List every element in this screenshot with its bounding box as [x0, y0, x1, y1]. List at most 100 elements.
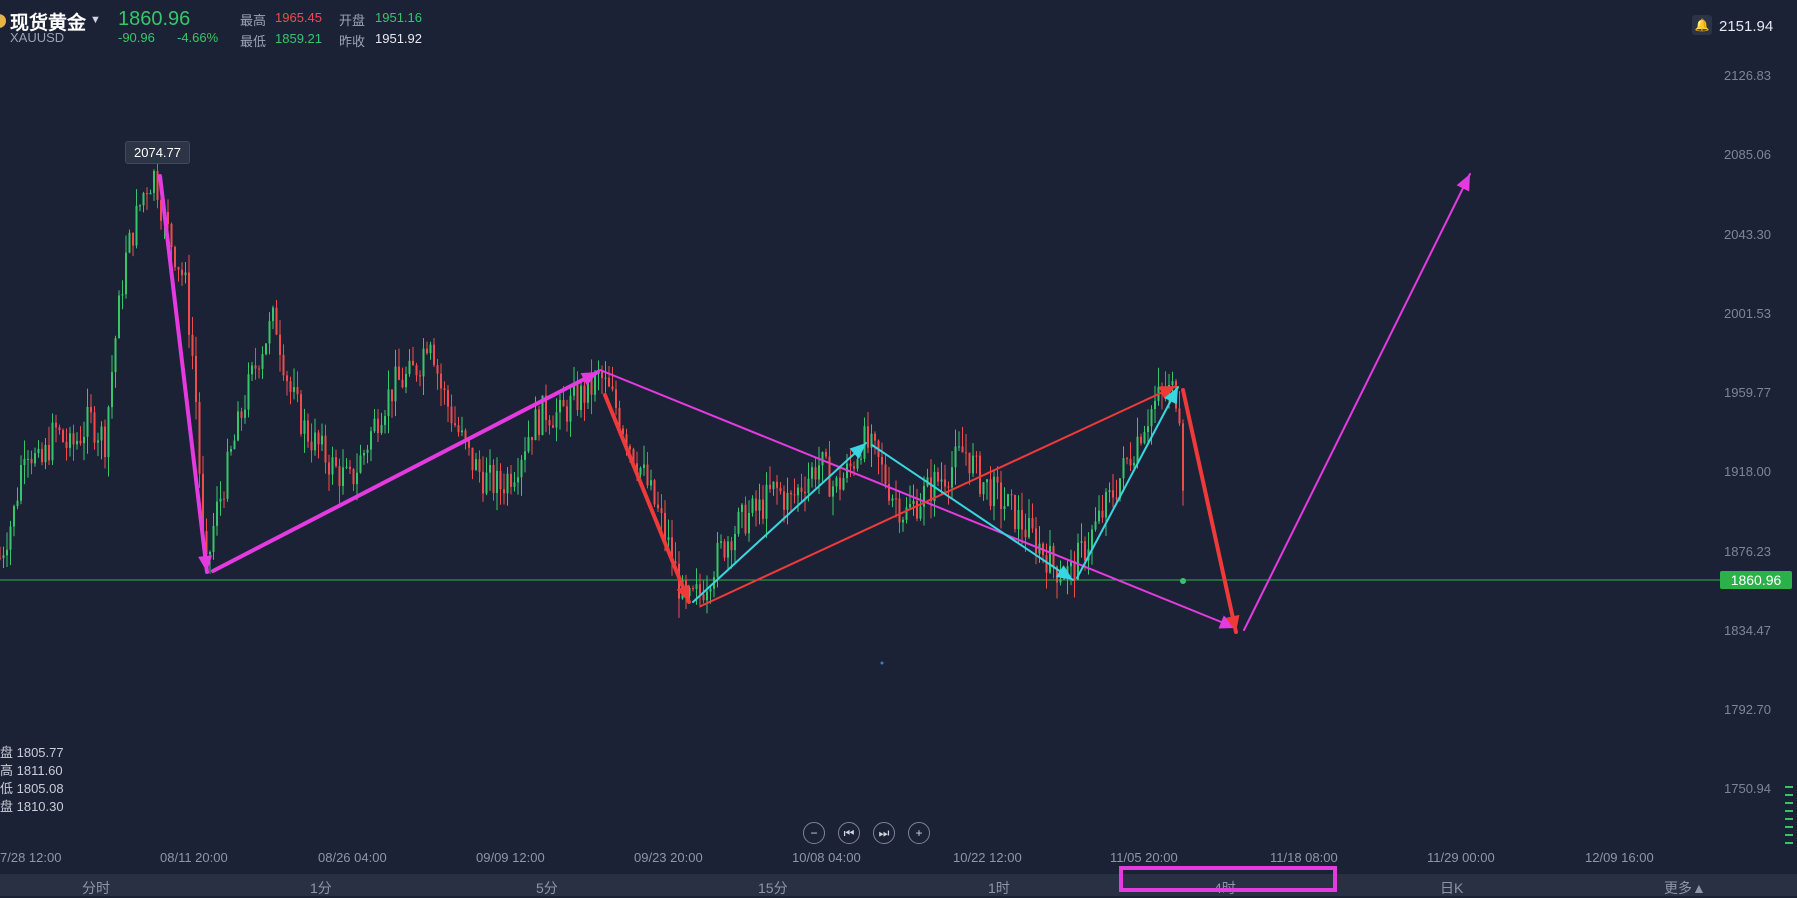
candle-body	[233, 440, 236, 450]
candle-body	[972, 455, 974, 474]
candle-body	[611, 386, 614, 390]
tab-1min[interactable]: 1分	[310, 878, 332, 898]
candle-body	[867, 426, 869, 448]
candle-body	[1108, 490, 1111, 493]
candle-body	[275, 307, 278, 335]
candle-body	[835, 477, 838, 487]
candle-body	[412, 360, 414, 366]
candle-body	[660, 508, 663, 514]
candle-body	[387, 389, 390, 417]
candle-body	[842, 478, 845, 490]
annotation-arrow-line	[1076, 386, 1179, 579]
candle-body	[790, 492, 792, 495]
candle-body	[1094, 521, 1097, 530]
candle-body	[818, 465, 820, 480]
candle-body	[394, 366, 397, 402]
candle-body	[1140, 436, 1142, 444]
candle-body	[1028, 518, 1030, 538]
volume-scroll-indicator[interactable]	[1785, 842, 1793, 844]
y-tick: 1959.77	[1724, 385, 1771, 400]
candle-body	[370, 431, 372, 450]
candle-body	[734, 533, 736, 551]
jump-end-button[interactable]: ⏭	[873, 822, 895, 844]
annotation-arrow-line	[158, 174, 209, 574]
candle-body	[807, 478, 810, 494]
candle-body	[401, 379, 404, 388]
candle-body	[800, 487, 803, 492]
candle-body	[968, 452, 971, 474]
candle-body	[436, 365, 439, 374]
candle-body	[338, 466, 341, 486]
jump-start-button[interactable]: ⏮	[838, 822, 860, 844]
candle-body	[510, 473, 512, 487]
candle-body	[569, 395, 572, 422]
tab-intraday[interactable]: 分时	[82, 878, 110, 898]
candle-body	[730, 541, 733, 551]
candle-body	[415, 365, 418, 376]
candle-body	[468, 440, 470, 448]
candle-body	[1150, 409, 1153, 427]
candle-body	[149, 192, 152, 195]
candle-body	[723, 541, 726, 558]
candle-body	[79, 440, 82, 444]
candle-body	[538, 409, 540, 435]
candle-body	[1126, 458, 1128, 460]
zoom-in-button[interactable]: +	[908, 822, 930, 844]
tab-daily[interactable]: 日K	[1440, 878, 1463, 898]
candle-body	[485, 472, 488, 494]
tab-15min[interactable]: 15分	[758, 878, 788, 898]
candle-body	[895, 498, 897, 500]
candle-body	[748, 512, 750, 534]
candle-body	[902, 519, 904, 523]
ohlc-close: 盘 1810.30	[0, 799, 64, 814]
zoom-out-button[interactable]: −	[803, 822, 825, 844]
candle-body	[86, 406, 89, 437]
candle-body	[174, 247, 176, 268]
candle-body	[566, 406, 568, 422]
volume-scroll-indicator[interactable]	[1785, 826, 1793, 828]
candle-body	[793, 494, 796, 496]
candle-body	[1063, 578, 1065, 580]
candle-body	[744, 504, 747, 534]
candle-body	[240, 411, 243, 418]
marker-dot	[880, 661, 884, 665]
candle-body	[1007, 494, 1009, 507]
candle-body	[331, 457, 334, 475]
candle-body	[261, 354, 264, 369]
candle-body	[958, 446, 960, 448]
tab-more[interactable]: 更多▲	[1664, 878, 1706, 898]
x-tick: 09/23 20:00	[634, 850, 703, 865]
candle-body	[293, 387, 295, 392]
candle-body	[944, 479, 946, 487]
tab-1hour[interactable]: 1时	[988, 878, 1010, 898]
candle-body	[282, 354, 285, 376]
volume-scroll-indicator[interactable]	[1785, 802, 1793, 804]
volume-scroll-indicator[interactable]	[1785, 794, 1793, 796]
tab-5min[interactable]: 5分	[536, 878, 558, 898]
candle-body	[58, 427, 61, 431]
candle-body	[146, 193, 148, 195]
volume-scroll-indicator[interactable]	[1785, 834, 1793, 836]
x-tick: 08/11 20:00	[160, 850, 228, 865]
volume-scroll-indicator[interactable]	[1785, 818, 1793, 820]
price-chart[interactable]	[0, 0, 1797, 896]
candle-body	[639, 467, 642, 475]
candle-body	[653, 480, 656, 505]
candle-body	[23, 458, 26, 465]
volume-scroll-indicator[interactable]	[1785, 810, 1793, 812]
candle-body	[965, 452, 967, 454]
candle-body	[727, 541, 729, 558]
candle-body	[1136, 436, 1139, 463]
ohlc-open: 盘 1805.77	[0, 745, 64, 760]
ohlc-low: 低 1805.08	[0, 781, 64, 796]
candle-body	[212, 525, 215, 552]
candle-body	[83, 436, 85, 444]
candle-body	[296, 387, 299, 395]
volume-scroll-indicator[interactable]	[1785, 786, 1793, 788]
candle-body	[615, 389, 617, 408]
candle-body	[289, 381, 292, 392]
period-tab-bar: 分时 1分 5分 15分 1时 4时 日K 更多▲	[0, 874, 1797, 896]
candle-body	[170, 224, 173, 248]
candle-body	[13, 506, 15, 527]
candle-body	[216, 501, 218, 526]
